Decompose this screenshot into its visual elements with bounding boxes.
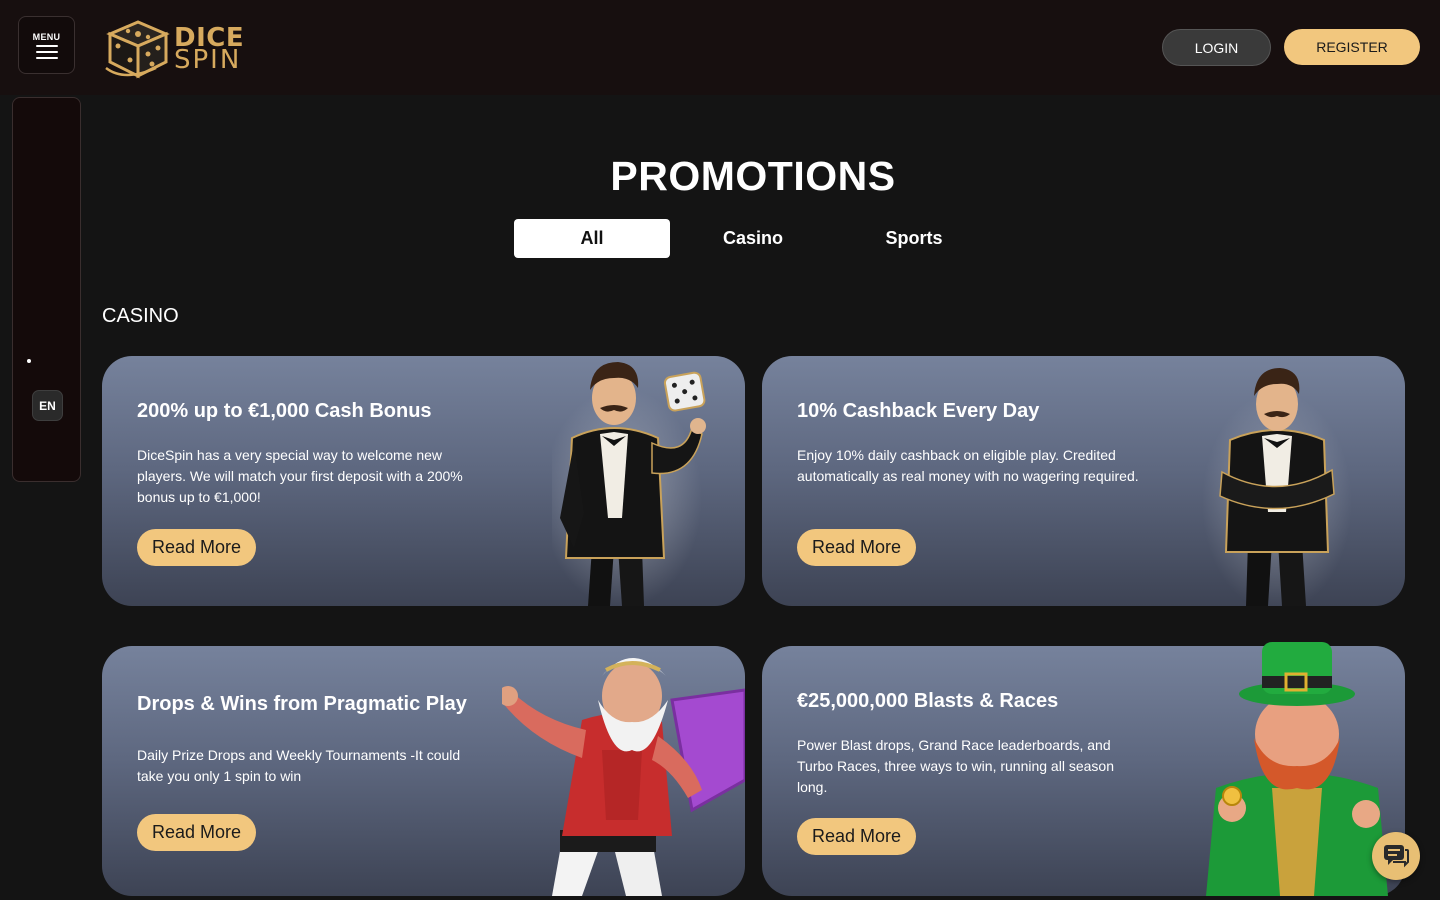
read-more-button[interactable]: Read More	[797, 818, 916, 855]
logo-text-spin: SPIN	[174, 45, 242, 75]
menu-label: MENU	[32, 31, 61, 42]
promo-description: Daily Prize Drops and Weekly Tournaments…	[137, 747, 461, 784]
leprechaun-illustration	[1206, 642, 1388, 896]
chat-bubble-icon	[1384, 845, 1409, 868]
promo-title: 10% Cashback Every Day	[797, 400, 1040, 422]
tab-casino[interactable]: Casino	[675, 219, 831, 258]
tab-all[interactable]: All	[514, 219, 670, 258]
promo-card-cashback: 10% Cashback Every Day Enjoy 10% daily c…	[762, 356, 1405, 606]
register-button[interactable]: REGISTER	[1284, 29, 1420, 65]
gentleman-dice-illustration	[552, 362, 706, 606]
language-selector[interactable]: EN	[32, 390, 63, 421]
promo-title: Drops & Wins from Pragmatic Play	[137, 693, 467, 715]
dicespin-logo[interactable]: DICE SPIN	[104, 18, 244, 80]
read-more-button[interactable]: Read More	[137, 814, 256, 851]
sidebar-dot	[27, 359, 31, 363]
tab-sports[interactable]: Sports	[836, 219, 992, 258]
live-chat-button[interactable]	[1372, 832, 1420, 880]
promo-card-blasts-races: €25,000,000 Blasts & Races Power Blast d…	[762, 642, 1405, 896]
gentleman-arms-crossed-illustration	[1202, 368, 1352, 606]
promo-card-cash-bonus: 200% up to €1,000 Cash Bonus DiceSpin ha…	[102, 356, 745, 606]
read-more-button[interactable]: Read More	[137, 529, 256, 566]
read-more-button[interactable]: Read More	[797, 529, 916, 566]
promo-card-drops-wins: Drops & Wins from Pragmatic Play Daily P…	[102, 646, 745, 896]
promo-title: €25,000,000 Blasts & Races	[797, 690, 1059, 712]
promotion-tabs: All Casino Sports	[514, 219, 994, 258]
logo-wordmark: DICE SPIN	[174, 25, 244, 75]
page-title: PROMOTIONS	[610, 153, 896, 199]
promo-title: 200% up to €1,000 Cash Bonus	[137, 400, 432, 422]
section-heading-casino: CASINO	[102, 305, 179, 327]
hamburger-icon	[35, 44, 58, 59]
menu-button[interactable]: MENU	[18, 16, 75, 74]
promo-description: Enjoy 10% daily cashback on eligible pla…	[797, 447, 1139, 484]
top-header: MENU DICE SPIN LOGIN REGISTER	[0, 0, 1440, 95]
zeus-illustration	[502, 658, 745, 896]
dice-logo-icon	[105, 20, 170, 79]
promo-description: DiceSpin has a very special way to welco…	[137, 447, 463, 505]
login-button[interactable]: LOGIN	[1162, 29, 1271, 66]
promo-description: Power Blast drops, Grand Race leaderboar…	[797, 737, 1114, 795]
